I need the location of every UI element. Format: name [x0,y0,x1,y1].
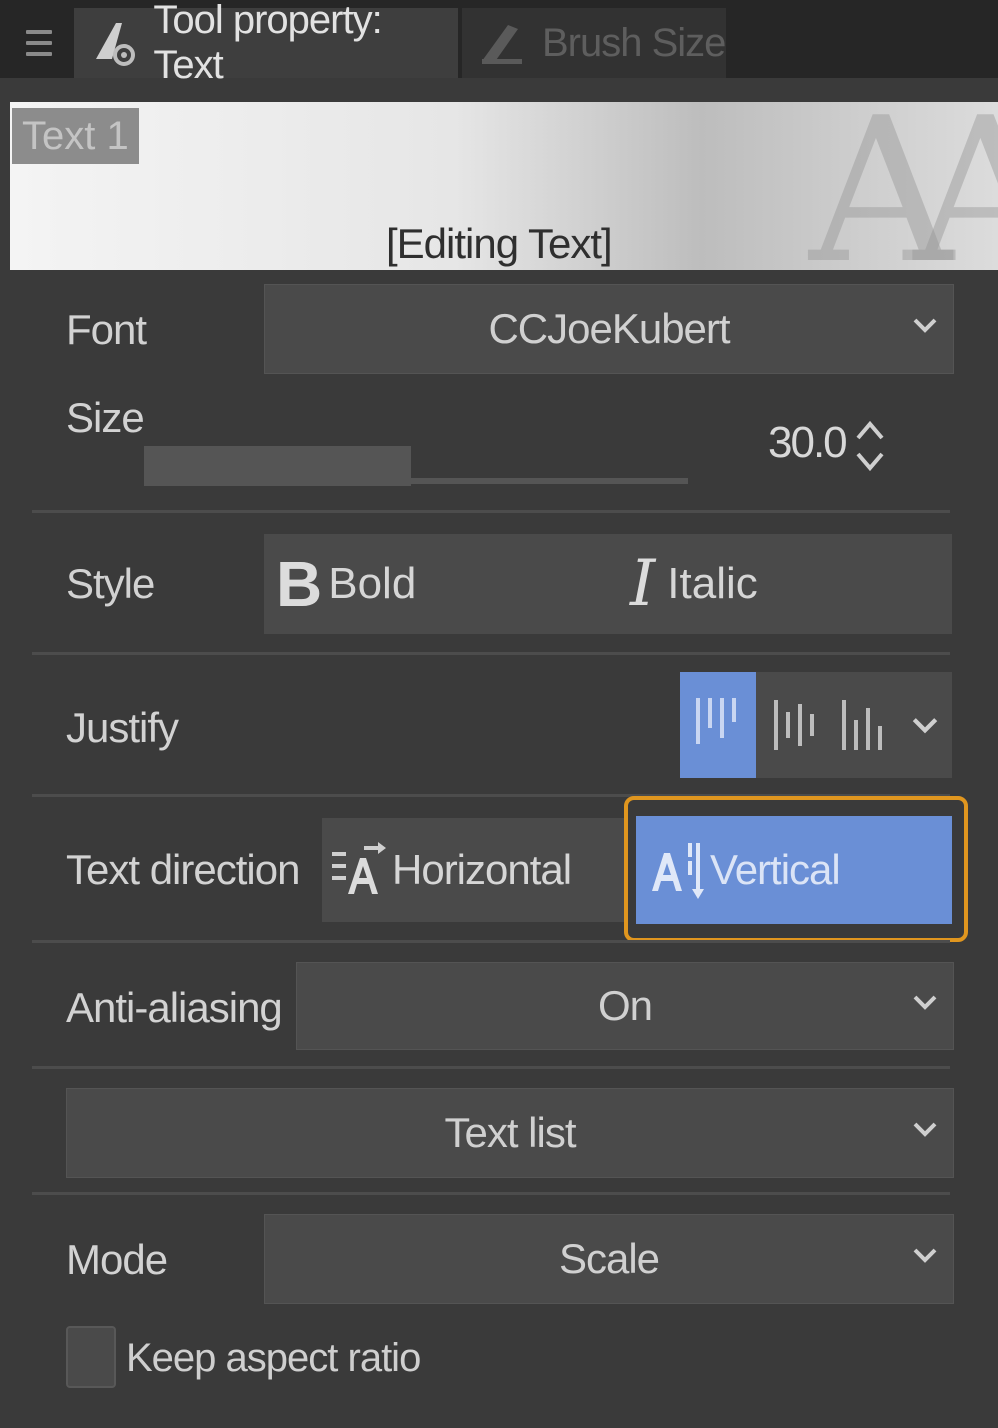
chevron-down-icon[interactable] [910,710,940,740]
justify-label: Justify [66,704,179,751]
anti-aliasing-value: On [597,982,653,1029]
tab-bar: Tool property: Text Brush Size [0,0,998,87]
horizontal-label: Horizontal [392,846,572,893]
vertical-text-icon [652,843,704,899]
divider [32,652,950,655]
justify-top-icon[interactable] [688,690,748,760]
bold-icon: B [276,548,323,620]
tab-tool-property-label: Tool property: Text [153,0,382,87]
divider [32,510,950,513]
text-list-dropdown[interactable]: Text list [66,1088,954,1178]
justify-center-icon[interactable] [766,690,826,760]
size-value[interactable]: 30.0 [768,418,848,468]
divider [32,940,950,943]
italic-label: Italic [667,559,758,608]
justify-bottom-icon[interactable] [834,690,894,760]
mode-label: Mode [66,1236,168,1283]
chevron-down-icon [913,1122,937,1137]
mode-value: Scale [558,1235,660,1282]
text-direction-label: Text direction [66,846,300,893]
font-value: CCJoeKubert [488,305,730,352]
vertical-label: Vertical [710,846,841,893]
divider [32,1192,950,1195]
chevron-down-icon [913,995,937,1010]
chevron-down-icon [913,1248,937,1263]
chevron-down-icon [913,318,937,333]
size-slider-fill[interactable] [144,446,411,486]
bold-label: Bold [328,559,417,608]
vertical-button[interactable]: Vertical [636,816,952,924]
text-list-label: Text list [444,1109,576,1156]
tab-brush-size-label: Brush Size [542,20,726,65]
brush-size-icon [462,8,542,78]
preview-sample-label: Text 1 [12,108,139,164]
horizontal-text-icon [332,842,386,894]
size-spinner-icon[interactable] [852,418,888,474]
mode-dropdown[interactable]: Scale [264,1214,954,1304]
font-dropdown[interactable]: CCJoeKubert [264,284,954,374]
text-tool-icon [74,8,153,78]
preview-watermark: AA [809,102,998,270]
divider [32,1066,950,1069]
anti-aliasing-label: Anti-aliasing [66,984,283,1031]
text-preview: AA Text 1 [Editing Text] [10,102,998,270]
keep-aspect-ratio-label[interactable]: Keep aspect ratio [126,1336,421,1381]
preview-status: [Editing Text] [386,220,613,267]
italic-button[interactable]: I Italic [630,534,758,634]
font-label: Font [66,306,147,353]
italic-icon: I [630,547,656,621]
tab-brush-size[interactable]: Brush Size [462,8,726,78]
horizontal-button[interactable]: Horizontal [322,818,628,922]
bold-button[interactable]: B Bold [276,534,416,634]
size-label: Size [66,394,145,441]
panel-menu-icon[interactable] [8,10,70,76]
tab-tool-property[interactable]: Tool property: Text [74,0,458,87]
keep-aspect-ratio-checkbox[interactable] [66,1326,116,1388]
style-label: Style [66,560,155,607]
anti-aliasing-dropdown[interactable]: On [296,962,954,1050]
